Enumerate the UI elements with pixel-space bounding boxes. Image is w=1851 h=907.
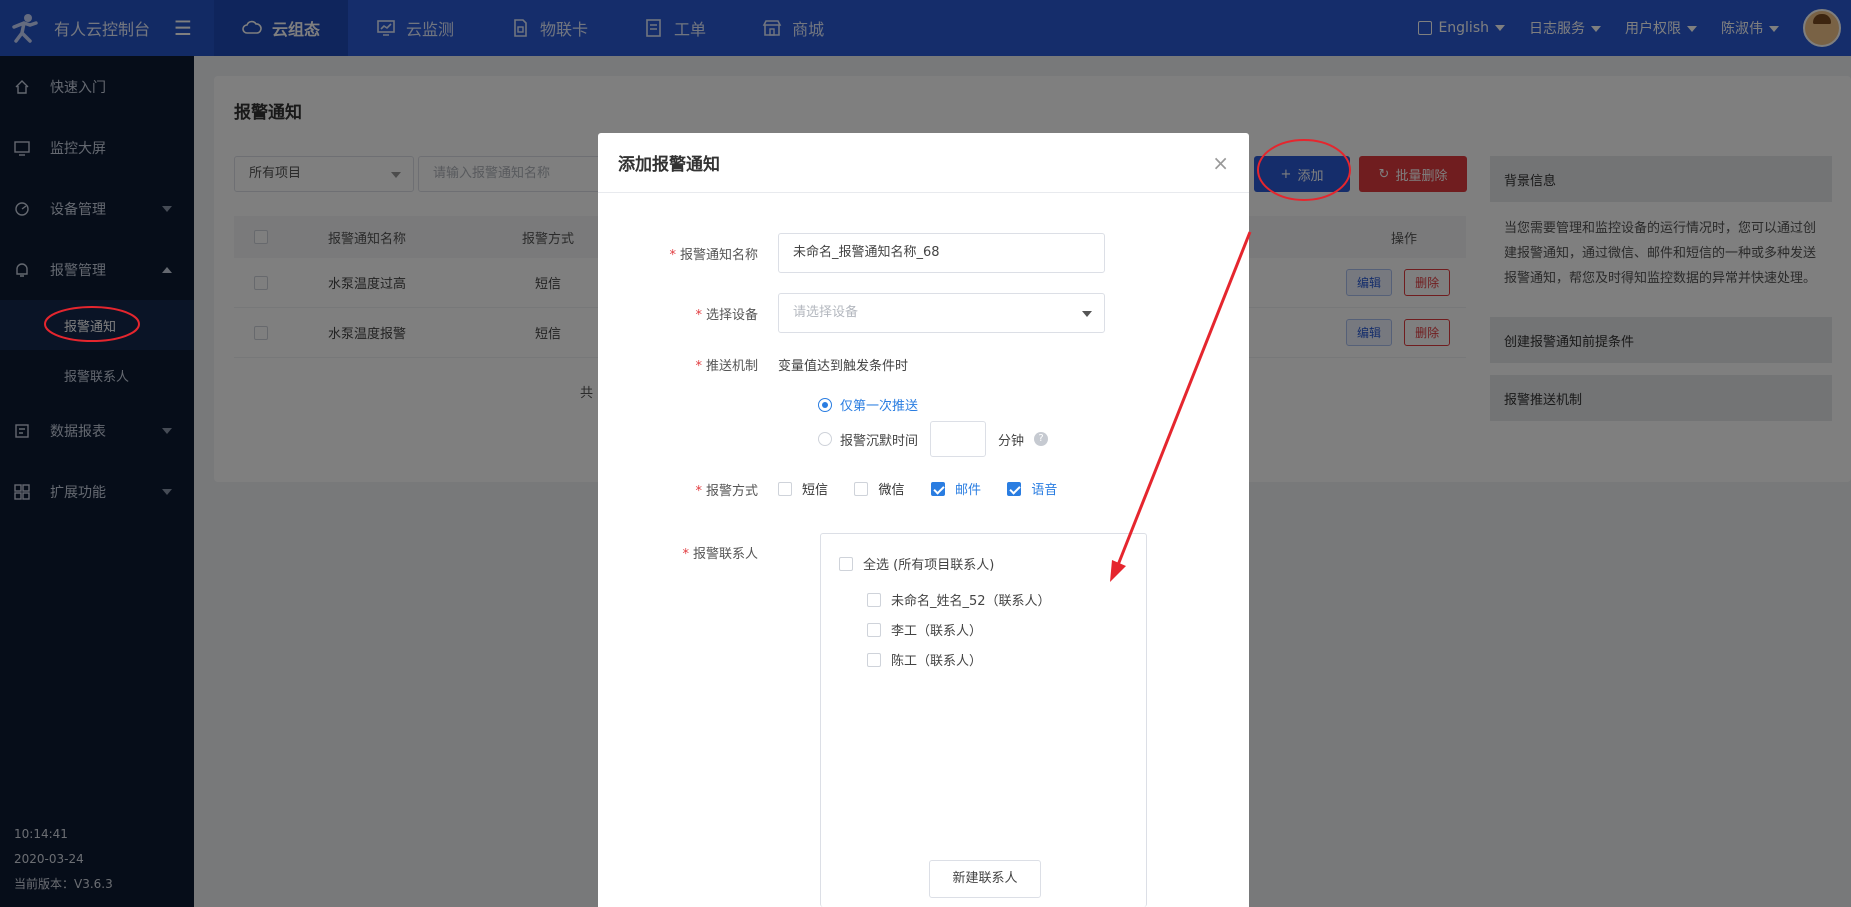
new-contact-button[interactable]: 新建联系人 xyxy=(929,860,1041,898)
device-select[interactable]: 请选择设备 xyxy=(778,293,1105,333)
name-row: * 报警通知名称 未命名_报警通知名称_68 xyxy=(598,233,1105,273)
wechat-checkbox[interactable] xyxy=(854,481,869,496)
push-row: * 推送机制 变量值达到触发条件时 xyxy=(598,355,908,374)
name-input[interactable]: 未命名_报警通知名称_68 xyxy=(778,233,1105,273)
voice-checkbox[interactable] xyxy=(1007,481,1022,496)
name-label: 报警通知名称 xyxy=(679,247,758,263)
select-all-contacts[interactable]: 全选 (所有项目联系人) xyxy=(839,554,994,573)
contact-checkbox[interactable] xyxy=(867,622,881,637)
method-label: 报警方式 xyxy=(705,483,758,499)
contact-list: 全选 (所有项目联系人) 未命名_姓名_52（联系人） 李工（联系人） 陈工（联… xyxy=(820,533,1147,907)
modal-header: 添加报警通知 xyxy=(598,133,1249,193)
help-icon[interactable]: ? xyxy=(1034,432,1049,446)
close-icon[interactable]: × xyxy=(1212,151,1229,175)
email-checkbox[interactable] xyxy=(930,481,945,496)
contact-label: 报警联系人 xyxy=(692,547,758,562)
push-silence-option[interactable]: 报警沉默时间 分钟 ? xyxy=(818,421,1049,457)
push-condition-text: 变量值达到触发条件时 xyxy=(778,359,909,374)
method-options: 短信 微信 邮件 语音 xyxy=(778,479,1079,500)
method-email[interactable]: 邮件 xyxy=(930,479,981,498)
contact-row: * 报警联系人 xyxy=(682,547,758,562)
push-first-option[interactable]: 仅第一次推送 xyxy=(818,395,918,414)
contact-item[interactable]: 陈工（联系人） xyxy=(867,650,982,669)
method-row: * 报警方式 短信 微信 邮件 语音 xyxy=(598,479,1079,500)
method-sms[interactable]: 短信 xyxy=(778,479,828,498)
device-row: * 选择设备 请选择设备 xyxy=(598,293,1105,333)
method-voice[interactable]: 语音 xyxy=(1007,479,1057,498)
contact-checkbox[interactable] xyxy=(867,592,881,607)
select-all-checkbox[interactable] xyxy=(839,556,853,571)
radio-silence[interactable] xyxy=(818,432,832,446)
chevron-down-icon xyxy=(1082,311,1092,317)
contact-item[interactable]: 未命名_姓名_52（联系人） xyxy=(867,590,1051,609)
radio-first-push[interactable] xyxy=(818,397,832,412)
method-wechat[interactable]: 微信 xyxy=(854,479,904,498)
sms-checkbox[interactable] xyxy=(778,481,792,496)
contact-item[interactable]: 李工（联系人） xyxy=(867,620,982,639)
device-label: 选择设备 xyxy=(705,307,758,323)
modal-title: 添加报警通知 xyxy=(618,155,720,175)
push-label: 推送机制 xyxy=(705,359,758,374)
silence-minutes-input[interactable] xyxy=(930,421,987,457)
contact-checkbox[interactable] xyxy=(867,652,881,667)
add-alarm-modal: 添加报警通知 × * 报警通知名称 未命名_报警通知名称_68 * 选择设备 请选择… xyxy=(598,133,1249,907)
